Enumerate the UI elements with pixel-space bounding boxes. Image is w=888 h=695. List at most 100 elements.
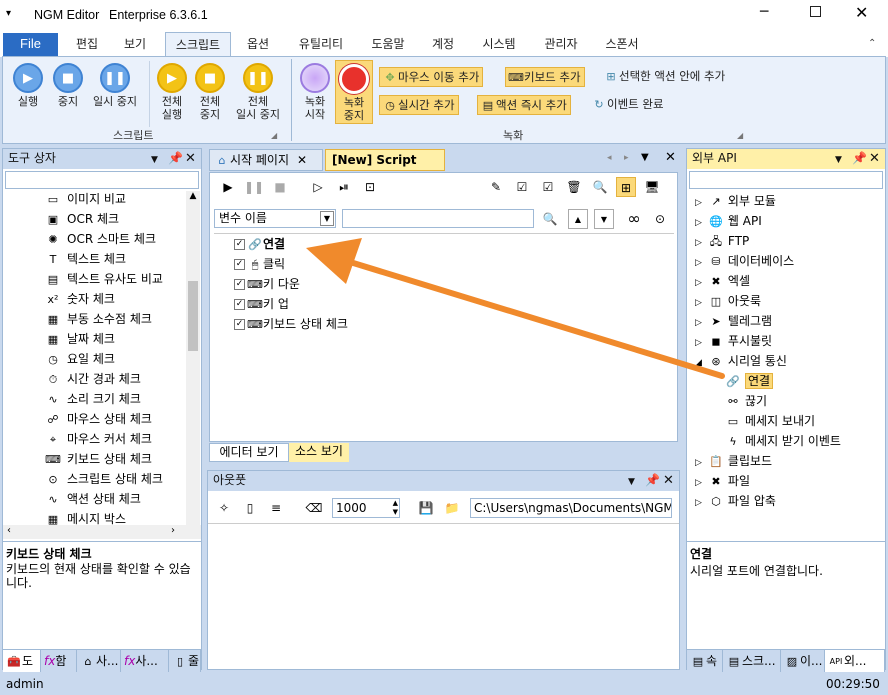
tab-editor-view[interactable]: 에디터 보기: [209, 443, 289, 462]
broom-icon[interactable]: ✧: [214, 498, 234, 518]
search-down-icon[interactable]: ▼: [594, 209, 614, 229]
maximize-icon[interactable]: [810, 6, 821, 17]
step-icon[interactable]: ▷: [308, 177, 328, 197]
checkbox[interactable]: ✓: [234, 299, 245, 310]
expand-icon[interactable]: ▷: [695, 298, 702, 308]
search-up-icon[interactable]: ▲: [568, 209, 588, 229]
scroll-up-icon[interactable]: ▲: [186, 191, 200, 201]
expand-icon[interactable]: ▷: [695, 238, 702, 248]
api-item[interactable]: ▷ ⛁ 데이터베이스: [695, 251, 794, 271]
api-item[interactable]: ▷ ✖ 엑셀: [695, 271, 750, 291]
stop-all-button[interactable]: ■ 전체 중지: [189, 63, 231, 121]
add-mouse-move-button[interactable]: ✥ 마우스 이동 추가: [379, 67, 484, 87]
delete-icon[interactable]: 🗑: [564, 177, 584, 197]
tab-edit[interactable]: 편집: [66, 32, 108, 57]
dropdown-icon[interactable]: ▼: [628, 473, 635, 492]
toolbox-item[interactable]: ∿ 액션 상태 체크: [45, 489, 140, 509]
expand-icon[interactable]: ▷: [695, 198, 702, 208]
monitor-icon[interactable]: 🖥: [642, 177, 662, 197]
expand-icon[interactable]: ▷: [695, 478, 702, 488]
expand-icon[interactable]: ▷: [695, 278, 702, 288]
tree-view-icon[interactable]: ⊞: [616, 177, 636, 197]
action-item[interactable]: ✓ ⌨키보드 상태 체크: [234, 314, 348, 334]
api-subitem[interactable]: 🔗 연결: [725, 371, 774, 391]
group-expand-icon[interactable]: ◢: [737, 131, 743, 140]
tab-utility[interactable]: 유틸리티: [290, 32, 352, 57]
checkbox[interactable]: ✓: [234, 319, 245, 330]
folder-icon[interactable]: 📁: [442, 498, 462, 518]
tab-lines[interactable]: ▯ 줄: [169, 650, 201, 672]
action-item[interactable]: ✓ 🔗연결: [234, 234, 285, 254]
toolbox-item[interactable]: ∿ 소리 크기 체크: [45, 389, 140, 409]
toolbox-item[interactable]: ☍ 마우스 상태 체크: [45, 409, 152, 429]
add-in-selected-button[interactable]: ⊞ 선택한 액션 안에 추가: [601, 67, 728, 87]
tab-view[interactable]: 보기: [114, 32, 156, 57]
pin-icon[interactable]: 📌: [645, 471, 660, 490]
close-panel-icon[interactable]: ✕: [185, 149, 196, 168]
tab-toolbox[interactable]: 🧰도: [3, 650, 41, 672]
event-done-button[interactable]: ↻ 이벤트 완료: [589, 95, 667, 115]
save-icon[interactable]: 💾: [416, 498, 436, 518]
action-item[interactable]: ✓ ⌨키 다운: [234, 274, 300, 294]
loop-icon[interactable]: ∞: [624, 209, 644, 229]
pause-icon[interactable]: ❚❚: [244, 177, 264, 197]
page-settings-icon[interactable]: ▯: [240, 498, 260, 518]
toolbox-vscrollbar[interactable]: ▲: [186, 191, 200, 525]
expand-icon[interactable]: ▷: [695, 318, 702, 328]
toolbox-item[interactable]: T 텍스트 체크: [45, 249, 126, 269]
close-editor-icon[interactable]: ✕: [665, 150, 676, 165]
toolbox-item[interactable]: ⌖ 마우스 커서 체크: [45, 429, 152, 449]
app-menu-icon[interactable]: ▾: [6, 8, 11, 19]
expand-icon[interactable]: ▷: [695, 258, 702, 268]
tab-scripts[interactable]: ▤ 스크...: [723, 650, 781, 672]
checkbox[interactable]: ✓: [234, 259, 245, 270]
tab-file[interactable]: File: [3, 33, 58, 56]
run-all-button[interactable]: ▶ 전체 실행: [151, 63, 193, 121]
tab-account[interactable]: 계정: [422, 32, 464, 57]
tab-help[interactable]: 도움말: [362, 32, 414, 57]
tab-prev-icon[interactable]: ◂: [607, 153, 612, 163]
action-item[interactable]: ✓ ⌨키 업: [234, 294, 289, 314]
toolbox-item[interactable]: ▤ 텍스트 유사도 비교: [45, 269, 163, 289]
close-panel-icon[interactable]: ✕: [869, 149, 880, 168]
tab-script-1[interactable]: [New] Script 1✕: [325, 149, 445, 187]
api-item[interactable]: ◢ ⊛ 시리얼 통신: [695, 351, 787, 371]
chevron-down-icon[interactable]: ▼: [320, 211, 334, 226]
line-count-stepper[interactable]: 1000 ▲ ▼: [332, 498, 400, 518]
more-icon[interactable]: ⊙: [650, 209, 670, 229]
find-icon[interactable]: 🔍: [590, 177, 610, 197]
check-icon[interactable]: ☑: [538, 177, 558, 197]
api-item[interactable]: ▷ ➤ 텔레그램: [695, 311, 772, 331]
tab-user1[interactable]: ⌂ 사...: [77, 650, 121, 672]
stop-icon[interactable]: ■: [270, 177, 290, 197]
checkbox[interactable]: ✓: [234, 239, 245, 250]
log-path-input[interactable]: C:\Users\ngmas\Documents\NGM6\: [470, 498, 672, 518]
play-icon[interactable]: ▶: [218, 177, 238, 197]
variable-select[interactable]: 변수 이름 ▼: [214, 209, 336, 228]
scroll-thumb[interactable]: [188, 281, 198, 351]
api-subitem[interactable]: ϟ 메세지 받기 이벤트: [725, 431, 841, 451]
step-into-icon[interactable]: ⊡: [360, 177, 380, 197]
api-item[interactable]: ▷ 📋 클립보드: [695, 451, 772, 471]
eraser-icon[interactable]: ⌫: [304, 498, 324, 518]
api-item[interactable]: ▷ ◼ 푸시불릿: [695, 331, 772, 351]
dropdown-icon[interactable]: ▼: [151, 151, 158, 170]
collapse-ribbon-icon[interactable]: ⌃: [868, 38, 876, 49]
record-start-button[interactable]: 녹화 시작: [295, 63, 335, 121]
add-immediate-button[interactable]: ▤ 액션 즉시 추가: [477, 95, 571, 115]
api-search-input[interactable]: [689, 171, 883, 189]
group-expand-icon[interactable]: ◢: [271, 131, 277, 140]
list-icon[interactable]: ≡: [266, 498, 286, 518]
api-item[interactable]: ▷ ↗ 외부 모듈: [695, 191, 776, 211]
action-item[interactable]: ✓ 🖱 클릭: [234, 254, 285, 274]
tab-user2[interactable]: fx사...: [121, 650, 169, 672]
record-stop-button[interactable]: 녹화 중지: [335, 60, 373, 124]
api-item[interactable]: ▷ ◫ 아웃룩: [695, 291, 761, 311]
pause-all-button[interactable]: ❚❚ 전체 일시 중지: [229, 63, 287, 121]
scroll-right-icon[interactable]: ›: [171, 525, 175, 536]
expand-icon[interactable]: ▷: [695, 338, 702, 348]
tab-next-icon[interactable]: ▸: [624, 153, 629, 163]
tab-sponsor[interactable]: 스폰서: [596, 32, 648, 57]
expand-icon[interactable]: ▷: [695, 498, 702, 508]
editor-search-input[interactable]: [342, 209, 534, 228]
